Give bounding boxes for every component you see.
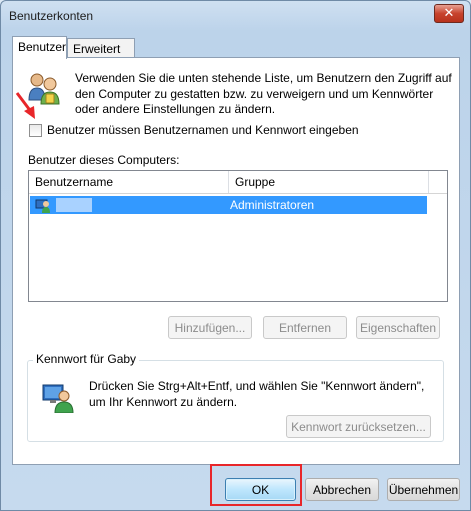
add-user-button[interactable]: Hinzufügen...: [168, 316, 252, 339]
window-title: Benutzerkonten: [9, 9, 94, 23]
require-login-label[interactable]: Benutzer müssen Benutzernamen und Kennwo…: [47, 123, 359, 137]
password-user-icon: [42, 384, 74, 413]
cancel-button[interactable]: Abbrechen: [305, 478, 379, 501]
column-header-filler: [429, 171, 447, 193]
tab-users[interactable]: Benutzer: [12, 36, 67, 59]
password-groupbox-title: Kennwort für Gaby: [33, 352, 140, 366]
title-bar[interactable]: Benutzerkonten ✕: [1, 1, 470, 31]
annotation-highlight-box: [210, 464, 302, 506]
close-icon: ✕: [443, 5, 455, 20]
list-header: Benutzername Gruppe: [29, 171, 447, 193]
intro-text: Verwenden Sie die unten stehende Liste, …: [75, 71, 452, 116]
tab-advanced[interactable]: Erweitert: [67, 38, 135, 58]
table-row[interactable]: Administratoren: [30, 196, 427, 214]
close-button[interactable]: ✕: [434, 4, 464, 23]
users-list-label: Benutzer dieses Computers:: [28, 153, 180, 167]
row-group: Administratoren: [230, 198, 315, 212]
annotation-arrow-icon: [15, 92, 35, 119]
column-header-group[interactable]: Gruppe: [229, 171, 429, 193]
user-account-icon: [35, 199, 50, 213]
tab-advanced-label: Erweitert: [73, 42, 121, 56]
reset-password-button[interactable]: Kennwort zurücksetzen...: [286, 415, 431, 438]
remove-user-button[interactable]: Entfernen: [263, 316, 347, 339]
password-groupbox: Kennwort für Gaby Drücken Sie Strg+Alt+E…: [27, 352, 444, 442]
header-divider: [29, 193, 447, 194]
column-header-username[interactable]: Benutzername: [29, 171, 229, 193]
row-username: [56, 198, 92, 212]
apply-button[interactable]: Übernehmen: [387, 478, 460, 501]
users-tab-panel: Verwenden Sie die unten stehende Liste, …: [12, 57, 460, 465]
user-accounts-window: Benutzerkonten ✕ Benutzer Erweitert Verw…: [0, 0, 471, 511]
password-instructions: Drücken Sie Strg+Alt+Entf, und wählen Si…: [89, 379, 425, 409]
properties-button[interactable]: Eigenschaften: [356, 316, 440, 339]
require-login-checkbox[interactable]: [29, 124, 42, 137]
tab-users-label: Benutzer: [18, 40, 67, 54]
users-listview[interactable]: Benutzername Gruppe Administratoren: [28, 170, 448, 302]
